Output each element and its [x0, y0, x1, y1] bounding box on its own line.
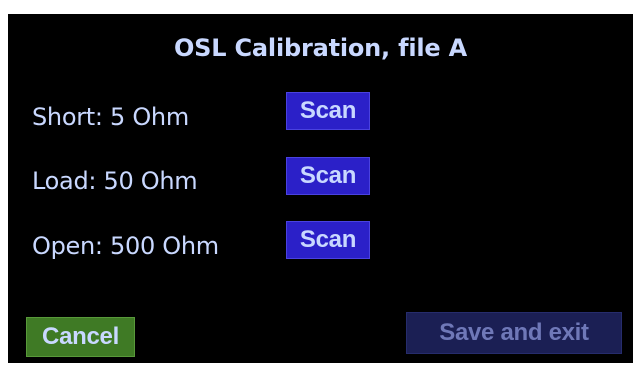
- calibration-row-short: Short: 5 Ohm: [32, 97, 189, 137]
- short-label: Short: 5 Ohm: [32, 103, 189, 131]
- save-and-exit-button[interactable]: Save and exit: [406, 312, 622, 354]
- calibration-screen: OSL Calibration, file A Short: 5 Ohm Sca…: [8, 14, 633, 363]
- scan-load-button[interactable]: Scan: [286, 157, 370, 195]
- scan-short-button[interactable]: Scan: [286, 92, 370, 130]
- open-label: Open: 500 Ohm: [32, 232, 219, 260]
- screen-title: OSL Calibration, file A: [173, 34, 468, 62]
- cancel-button[interactable]: Cancel: [26, 317, 135, 357]
- scan-open-button[interactable]: Scan: [286, 221, 370, 259]
- load-label: Load: 50 Ohm: [32, 167, 198, 195]
- calibration-row-open: Open: 500 Ohm: [32, 226, 219, 266]
- calibration-row-load: Load: 50 Ohm: [32, 161, 198, 201]
